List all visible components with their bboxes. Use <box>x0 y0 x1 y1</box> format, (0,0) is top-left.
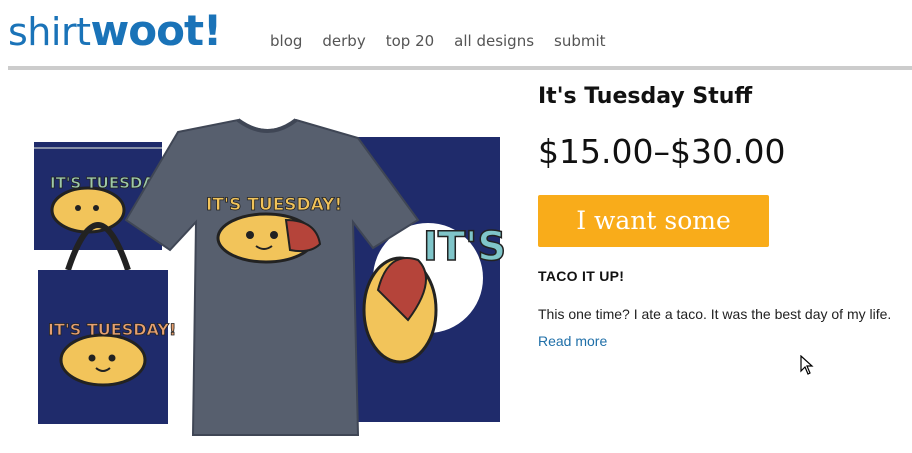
product-title: It's Tuesday Stuff <box>538 84 753 109</box>
product-image[interactable]: IT'S TUESDAY! IT'S TUESDAY! IT'S TUESDAY… <box>28 110 744 440</box>
nav-item-all-designs[interactable]: all designs <box>454 32 534 50</box>
logo-woot-text: woot! <box>90 6 222 55</box>
tote-artwork-text: IT'S TUESDAY! <box>48 320 176 339</box>
logo-shirt-text: shirt <box>8 10 91 54</box>
nav-item-submit[interactable]: submit <box>554 32 606 50</box>
site-header: shirtwoot! blog derby top 20 all designs… <box>0 0 912 70</box>
tshirt-artwork-text: IT'S TUESDAY! <box>206 195 342 215</box>
nav-item-top-20[interactable]: top 20 <box>386 32 434 50</box>
shirtwoot-logo[interactable]: shirtwoot! <box>8 10 222 54</box>
mouse-cursor-icon <box>800 355 814 375</box>
poster-artwork-text: IT'S TUESDAY! <box>423 224 508 270</box>
product-description: This one time? I ate a taco. It was the … <box>538 306 892 322</box>
tote-bag-image: IT'S TUESDAY! <box>38 222 177 424</box>
nav-item-blog[interactable]: blog <box>270 32 302 50</box>
header-divider <box>8 66 912 70</box>
i-want-some-button[interactable]: I want some <box>538 195 769 247</box>
main-nav: blog derby top 20 all designs submit <box>270 32 606 50</box>
product-price: $15.00–$30.00 <box>538 132 786 171</box>
nav-item-derby[interactable]: derby <box>322 32 365 50</box>
product-collage-graphic: IT'S TUESDAY! IT'S TUESDAY! IT'S TUESDAY… <box>34 118 744 436</box>
read-more-link[interactable]: Read more <box>538 333 607 349</box>
product-tagline: TACO IT UP! <box>538 268 625 284</box>
